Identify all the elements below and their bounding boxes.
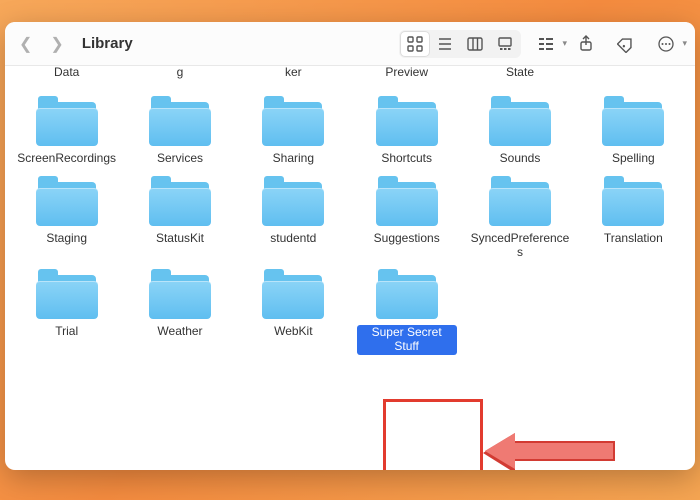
annotation-arrow: [485, 433, 615, 469]
grid-icon: [406, 35, 424, 53]
folder-label: ker: [285, 66, 302, 80]
folder-icon: [36, 180, 98, 228]
folder-label: StatusKit: [156, 232, 204, 246]
folder-icon: [149, 273, 211, 321]
folder-icon: [262, 100, 324, 148]
folder-item[interactable]: Super Secret Stuff: [353, 273, 460, 355]
share-button[interactable]: [571, 31, 601, 57]
column-view-button[interactable]: [461, 32, 489, 56]
folder-item[interactable]: Translation: [580, 180, 687, 260]
folder-item[interactable]: StatusKit: [126, 180, 233, 260]
folder-label: Suggestions: [374, 232, 440, 246]
folder-label: studentd: [270, 232, 316, 246]
folder-item[interactable]: ScreenRecordings: [13, 100, 120, 166]
folder-item[interactable]: State: [466, 66, 573, 86]
folder-item[interactable]: studentd: [240, 180, 347, 260]
folder-icon: [262, 180, 324, 228]
folder-label: State: [506, 66, 534, 80]
folder-item[interactable]: Spelling: [580, 100, 687, 166]
list-view-button[interactable]: [431, 32, 459, 56]
folder-item[interactable]: Shortcuts: [353, 100, 460, 166]
folder-label: Data: [54, 66, 79, 80]
forward-button[interactable]: ❯: [50, 34, 63, 54]
folder-item[interactable]: g: [126, 66, 233, 86]
folder-label: g: [177, 66, 184, 80]
folder-item[interactable]: Preview: [353, 66, 460, 86]
ellipsis-icon: [657, 35, 675, 53]
window-title: Library: [82, 35, 133, 52]
folder-label: ScreenRecordings: [17, 152, 116, 166]
folder-icon: [489, 100, 551, 148]
folder-label: Shortcuts: [381, 152, 432, 166]
folder-item[interactable]: Sounds: [466, 100, 573, 166]
list-icon: [436, 35, 454, 53]
folder-item[interactable]: Trial: [13, 273, 120, 355]
folder-label: Trial: [55, 325, 78, 339]
folder-label: Staging: [46, 232, 87, 246]
folder-icon: [376, 273, 438, 321]
folder-item[interactable]: Staging: [13, 180, 120, 260]
chevron-down-icon: ▾: [562, 38, 567, 49]
folder-label: Spelling: [612, 152, 655, 166]
share-icon: [577, 35, 595, 53]
folder-item[interactable]: SyncedPreferences: [466, 180, 573, 260]
annotation-highlight: [383, 399, 483, 470]
folder-icon: [149, 100, 211, 148]
chevron-down-icon: ▾: [682, 38, 687, 49]
folder-label: WebKit: [274, 325, 312, 339]
folder-icon: [602, 100, 664, 148]
folder-icon: [262, 273, 324, 321]
icon-view-button[interactable]: [401, 32, 429, 56]
folder-icon: [489, 180, 551, 228]
columns-icon: [466, 35, 484, 53]
folder-icon: [36, 273, 98, 321]
folder-label: Sharing: [273, 152, 314, 166]
folder-icon: [602, 180, 664, 228]
folder-item: [466, 273, 573, 355]
nav-arrows: ❮ ❯: [19, 34, 64, 54]
folder-icon: [36, 100, 98, 148]
toolbar: ❮ ❯ Library ▾: [5, 22, 695, 66]
group-icon: [537, 35, 555, 53]
gallery-view-button[interactable]: [491, 32, 519, 56]
view-switcher: [399, 30, 521, 58]
folder-item[interactable]: Suggestions: [353, 180, 460, 260]
folder-label: Super Secret Stuff: [357, 325, 457, 355]
folder-label: Sounds: [500, 152, 541, 166]
folder-item[interactable]: ker: [240, 66, 347, 86]
folder-item: [580, 66, 687, 86]
folder-icon: [376, 180, 438, 228]
folder-label: Services: [157, 152, 203, 166]
folder-icon: [149, 180, 211, 228]
folder-icon: [376, 100, 438, 148]
tag-icon: [617, 35, 635, 53]
gallery-icon: [496, 35, 514, 53]
more-button[interactable]: ▾: [651, 31, 681, 57]
group-by-button[interactable]: ▾: [531, 31, 561, 57]
folder-item: [580, 273, 687, 355]
folder-item[interactable]: WebKit: [240, 273, 347, 355]
content-area[interactable]: Data g ker Preview State ScreenRecordings Serv…: [5, 66, 695, 470]
tags-button[interactable]: [611, 31, 641, 57]
finder-window: ❮ ❯ Library ▾: [5, 22, 695, 470]
folder-item[interactable]: Services: [126, 100, 233, 166]
folder-item[interactable]: Data: [13, 66, 120, 86]
back-button[interactable]: ❮: [19, 34, 32, 54]
icon-grid: Data g ker Preview State ScreenRecordings Serv…: [13, 66, 687, 355]
folder-label: Translation: [604, 232, 663, 246]
folder-label: Preview: [385, 66, 428, 80]
folder-item[interactable]: Weather: [126, 273, 233, 355]
folder-label: Weather: [157, 325, 202, 339]
folder-item[interactable]: Sharing: [240, 100, 347, 166]
folder-label: SyncedPreferences: [470, 232, 570, 260]
